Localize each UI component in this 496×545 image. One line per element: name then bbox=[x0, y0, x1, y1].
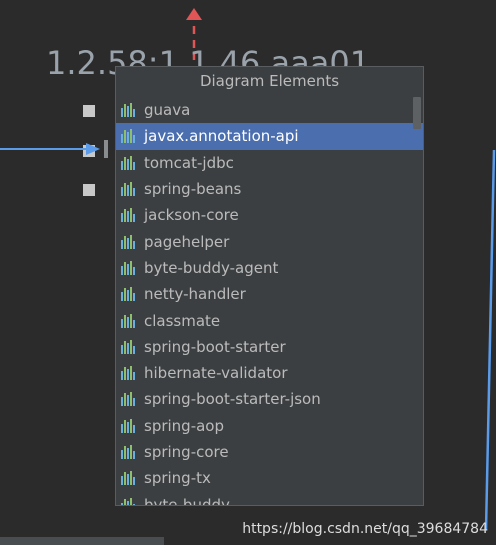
list-item[interactable]: javax.annotation-api bbox=[116, 123, 423, 150]
library-bars-icon bbox=[120, 470, 138, 486]
library-bars-icon bbox=[120, 391, 138, 407]
library-bars-icon bbox=[120, 102, 138, 118]
list-item-label: netty-handler bbox=[144, 285, 246, 304]
list-item-label: hibernate-validator bbox=[144, 364, 288, 383]
list-item-label: spring-aop bbox=[144, 416, 225, 435]
list-item[interactable]: spring-aop bbox=[116, 413, 423, 439]
list-item[interactable]: spring-core bbox=[116, 439, 423, 465]
list-item-label: spring-tx bbox=[144, 469, 211, 488]
list-item-label: byte-buddy-agent bbox=[144, 258, 279, 277]
list-item-label: spring-core bbox=[144, 443, 229, 461]
library-bars-icon bbox=[120, 497, 138, 505]
library-bars-icon bbox=[120, 339, 138, 355]
list-item-label: spring-boot-starter-json bbox=[144, 390, 321, 409]
list-item[interactable]: classmate bbox=[116, 307, 423, 333]
library-bars-icon bbox=[120, 313, 138, 329]
list-item[interactable]: spring-boot-starter-json bbox=[116, 386, 423, 412]
list-item-label: spring-beans bbox=[144, 180, 242, 199]
list-item-label: spring-boot-starter bbox=[144, 337, 286, 356]
diagram-canvas[interactable]: 1.2.58:1.1.46.aaa01 Diagram Elements gua… bbox=[0, 0, 496, 545]
list-item[interactable]: spring-beans bbox=[116, 176, 423, 202]
diagram-node[interactable] bbox=[83, 184, 95, 196]
list-item[interactable]: spring-tx bbox=[116, 465, 423, 491]
list-item[interactable]: byte-buddy bbox=[116, 491, 423, 506]
scrollbar-thumb[interactable] bbox=[413, 97, 421, 129]
list-item-label: jackson-core bbox=[144, 206, 239, 225]
library-bars-icon bbox=[120, 260, 138, 276]
library-bars-icon bbox=[120, 155, 138, 171]
list-item[interactable]: jackson-core bbox=[116, 202, 423, 228]
elements-list[interactable]: guava javax.annotation-api tomcat-jdbc spri… bbox=[116, 97, 423, 506]
list-item[interactable]: byte-buddy-agent bbox=[116, 255, 423, 281]
list-item-label: classmate bbox=[144, 311, 221, 330]
watermark-text: https://blog.csdn.net/qq_39684784 bbox=[242, 521, 488, 537]
library-bars-icon bbox=[120, 286, 138, 302]
library-bars-icon bbox=[120, 444, 138, 460]
list-item[interactable]: netty-handler bbox=[116, 281, 423, 307]
library-bars-icon bbox=[120, 418, 138, 434]
list-item[interactable]: spring-boot-starter bbox=[116, 334, 423, 360]
horizontal-scrollbar[interactable] bbox=[0, 537, 164, 545]
list-item[interactable]: guava bbox=[116, 97, 423, 123]
list-item-label: byte-buddy bbox=[144, 495, 230, 506]
dependency-edge bbox=[484, 150, 496, 531]
library-bars-icon bbox=[120, 128, 138, 144]
list-item-label: guava bbox=[144, 101, 191, 120]
library-bars-icon bbox=[120, 181, 138, 197]
list-item-label: javax.annotation-api bbox=[144, 127, 299, 146]
diagram-node[interactable] bbox=[83, 105, 95, 117]
library-bars-icon bbox=[120, 234, 138, 250]
library-bars-icon bbox=[120, 207, 138, 223]
list-item-label: tomcat-jdbc bbox=[144, 153, 234, 172]
diagram-elements-popup[interactable]: Diagram Elements guava javax.annotation-a… bbox=[115, 66, 424, 506]
popup-title: Diagram Elements bbox=[116, 67, 423, 95]
list-item[interactable]: pagehelper bbox=[116, 228, 423, 254]
list-item-label: pagehelper bbox=[144, 232, 230, 251]
dependency-edge bbox=[0, 140, 108, 158]
list-item[interactable]: tomcat-jdbc bbox=[116, 150, 423, 176]
list-item[interactable]: hibernate-validator bbox=[116, 360, 423, 386]
library-bars-icon bbox=[120, 365, 138, 381]
